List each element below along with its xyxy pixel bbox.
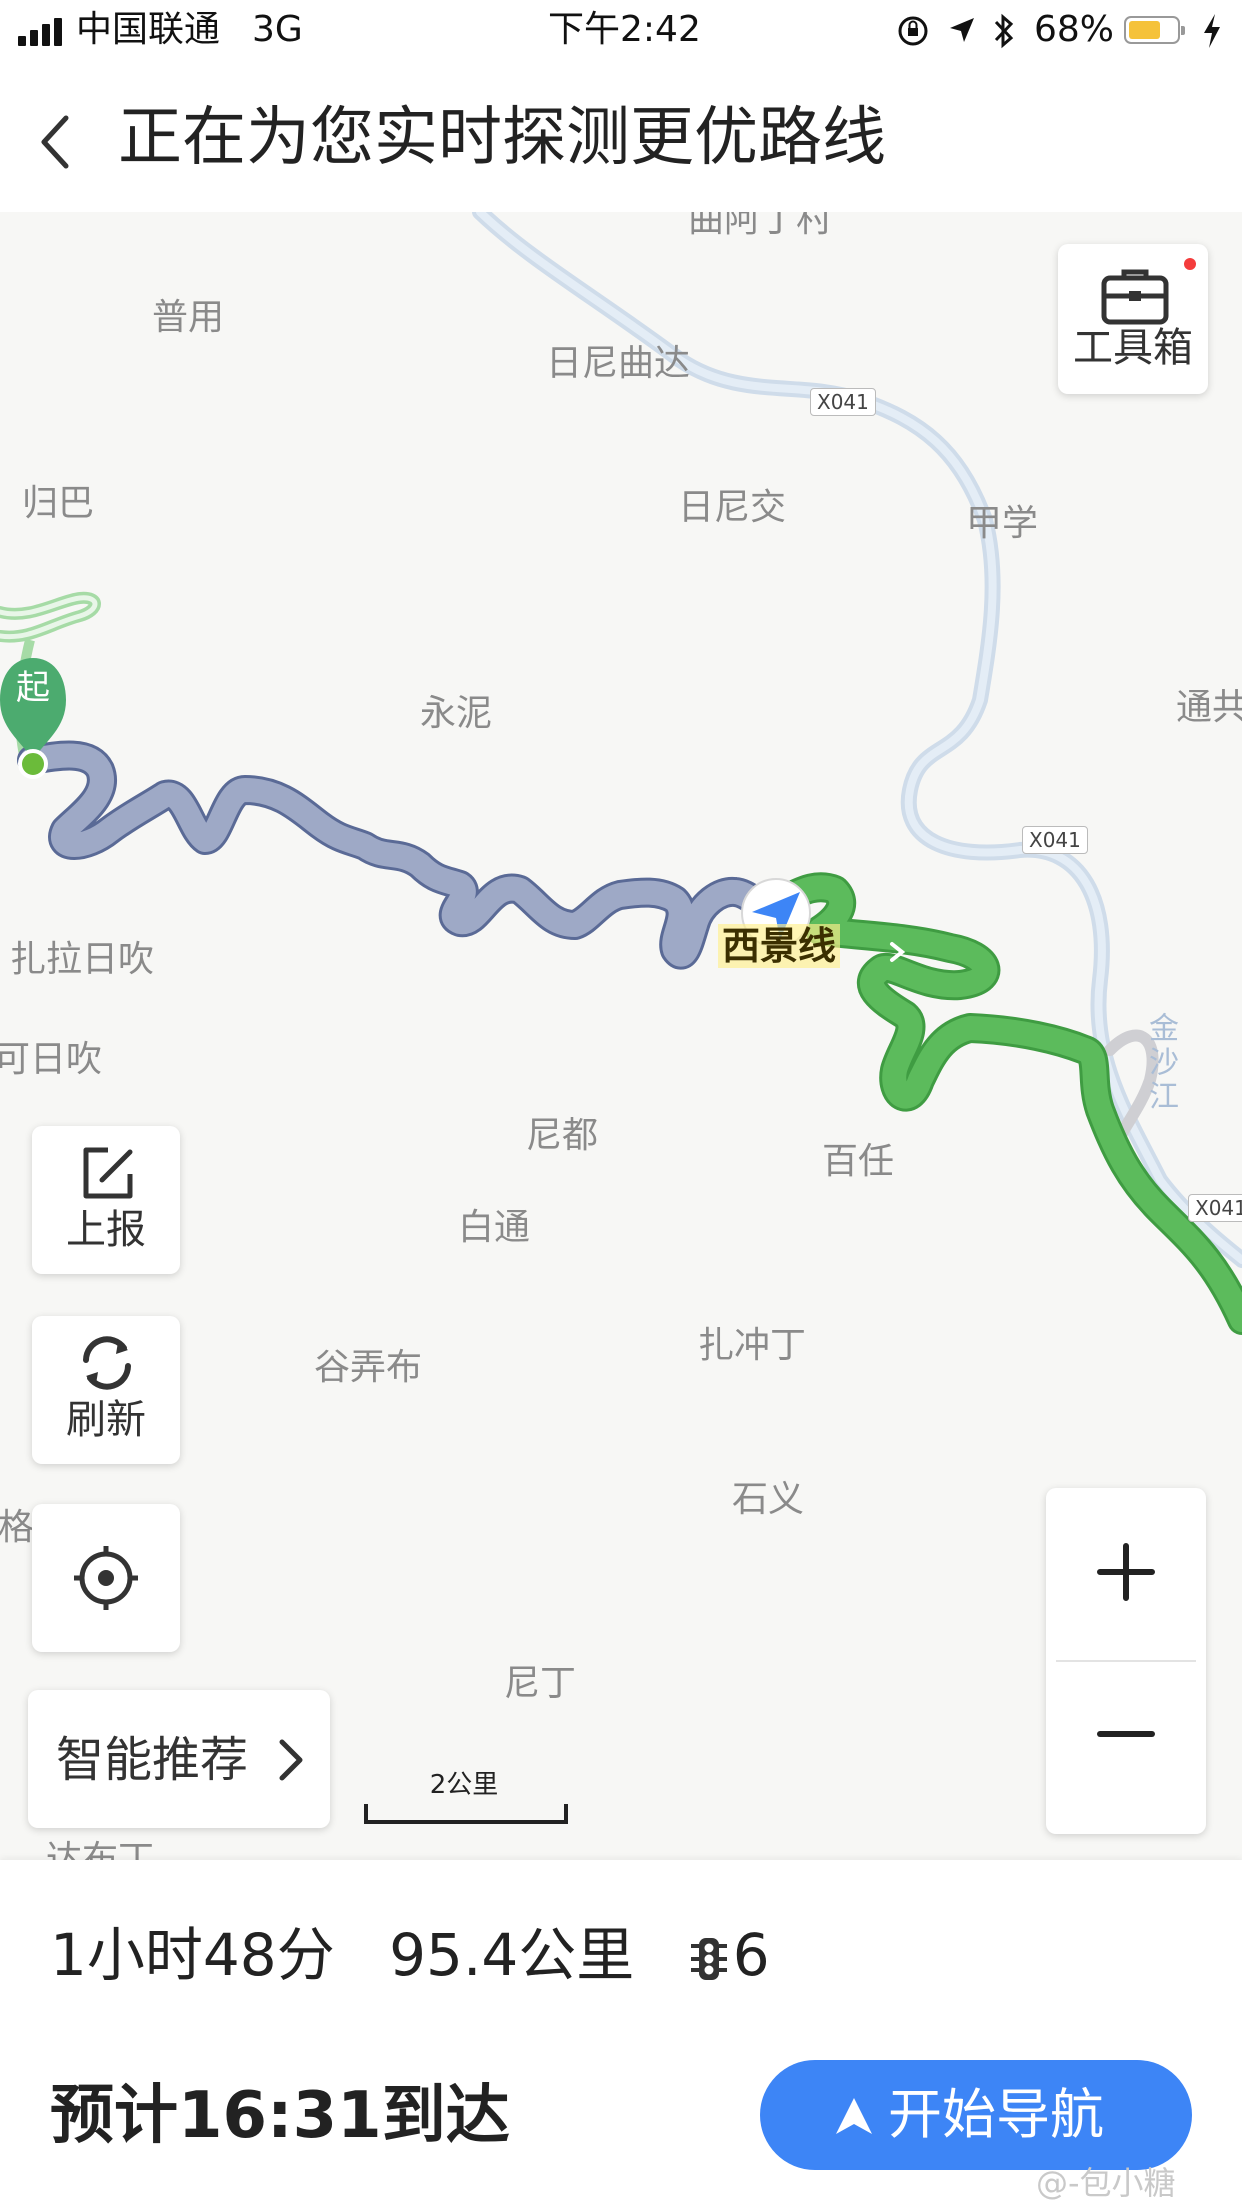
charging-bolt-icon: [1204, 14, 1220, 48]
place-label: 永泥: [420, 693, 493, 734]
refresh-icon: [83, 1336, 131, 1390]
place-label: 普用: [152, 297, 225, 338]
traffic-light-icon: [690, 1937, 727, 1980]
signal-strength-icon: [18, 16, 68, 46]
start-navigation-button[interactable]: 开始导航: [760, 2060, 1192, 2170]
orientation-lock-icon: [898, 16, 928, 46]
road-number-tag: X041: [810, 388, 876, 416]
battery-icon: [1124, 16, 1185, 44]
route-distance: 95.4公里: [389, 1921, 635, 1989]
place-label: 可日吹: [0, 1039, 103, 1080]
traffic-light-count: 6: [732, 1921, 770, 1989]
place-label: 石义: [732, 1479, 805, 1520]
map-scale-bar: 2公里: [364, 1764, 568, 1824]
route-info-sheet: 1小时48分 95.4公里 6 预计16:31到达 开始导航 @-包小糖: [0, 1860, 1242, 2208]
place-label: 甲学: [966, 503, 1039, 544]
route-summary: 1小时48分 95.4公里 6: [50, 1922, 806, 1988]
place-label: 白通: [458, 1207, 531, 1248]
map-view[interactable]: 曲阿丁村 普用 日尼曲达 归巴 日尼交 甲学 永泥 通共 扎拉日吹 可日吹 尼都…: [0, 212, 1242, 1860]
zoom-controls: [1046, 1488, 1206, 1834]
place-label: 尼丁: [504, 1663, 577, 1704]
clock: 下午2:42: [548, 9, 701, 50]
watermark: @-包小糖: [1036, 2164, 1176, 2202]
edit-report-icon: [83, 1147, 133, 1199]
toolbox-button[interactable]: 工具箱: [1058, 244, 1208, 394]
place-label: 尼都: [526, 1115, 599, 1156]
minus-icon: [1097, 1731, 1155, 1737]
back-button[interactable]: [30, 102, 90, 182]
place-label: 曲阿丁村: [688, 212, 833, 240]
place-label: 扎冲丁: [698, 1325, 807, 1366]
battery-percent: 68%: [1034, 9, 1115, 50]
road-number-tag: X041: [1022, 826, 1088, 854]
smart-recommend-label: 智能推荐: [56, 1732, 249, 1788]
place-label: 日尼交: [678, 487, 787, 528]
locate-me-button[interactable]: [32, 1504, 180, 1652]
place-label: 通共: [1176, 687, 1242, 728]
road-number-tag: X041: [1188, 1194, 1242, 1222]
place-label: 归巴: [22, 483, 95, 524]
smart-recommend-button[interactable]: 智能推荐: [28, 1690, 330, 1828]
map-scale-label: 2公里: [429, 1770, 499, 1800]
navigation-arrow-icon: [836, 2098, 872, 2134]
start-marker-label: 起: [16, 668, 50, 708]
location-arrow-icon: [950, 18, 974, 42]
chevron-right-icon: [279, 1739, 303, 1781]
report-button[interactable]: 上报: [32, 1126, 180, 1274]
refresh-label: 刷新: [66, 1397, 146, 1443]
report-label: 上报: [66, 1207, 146, 1253]
place-label: 格: [0, 1507, 35, 1548]
plus-icon: [1097, 1543, 1155, 1601]
start-navigation-label: 开始导航: [888, 2083, 1104, 2146]
place-label: 谷弄布: [314, 1347, 423, 1388]
navigation-header: 正在为您实时探测更优路线: [0, 62, 1242, 212]
carrier-name: 中国联通: [76, 9, 221, 50]
zoom-out-button[interactable]: [1046, 1664, 1206, 1834]
zoom-in-button[interactable]: [1046, 1488, 1206, 1658]
river-label: 金沙江: [1143, 1012, 1178, 1114]
route-road-label: 西景线: [718, 924, 841, 968]
status-bar: 中国联通 3G 下午2:42 68%: [0, 0, 1242, 62]
page-title: 正在为您实时探测更优路线: [118, 101, 886, 175]
place-label: 百任: [822, 1141, 895, 1182]
toolbox-icon: [1101, 269, 1169, 325]
place-label: 扎拉日吹: [10, 939, 155, 980]
network-type: 3G: [252, 9, 303, 50]
place-label: 达布丁: [46, 1839, 155, 1861]
toolbox-label: 工具箱: [1073, 325, 1193, 371]
chevron-left-icon: [41, 115, 69, 169]
locate-target-icon: [74, 1546, 138, 1610]
eta-text: 预计16:31到达: [50, 2079, 510, 2153]
route-duration: 1小时48分: [50, 1921, 335, 1989]
notification-dot: [1184, 258, 1196, 270]
bluetooth-icon: [994, 13, 1014, 49]
refresh-button[interactable]: 刷新: [32, 1316, 180, 1464]
place-label: 日尼曲达: [546, 343, 691, 384]
